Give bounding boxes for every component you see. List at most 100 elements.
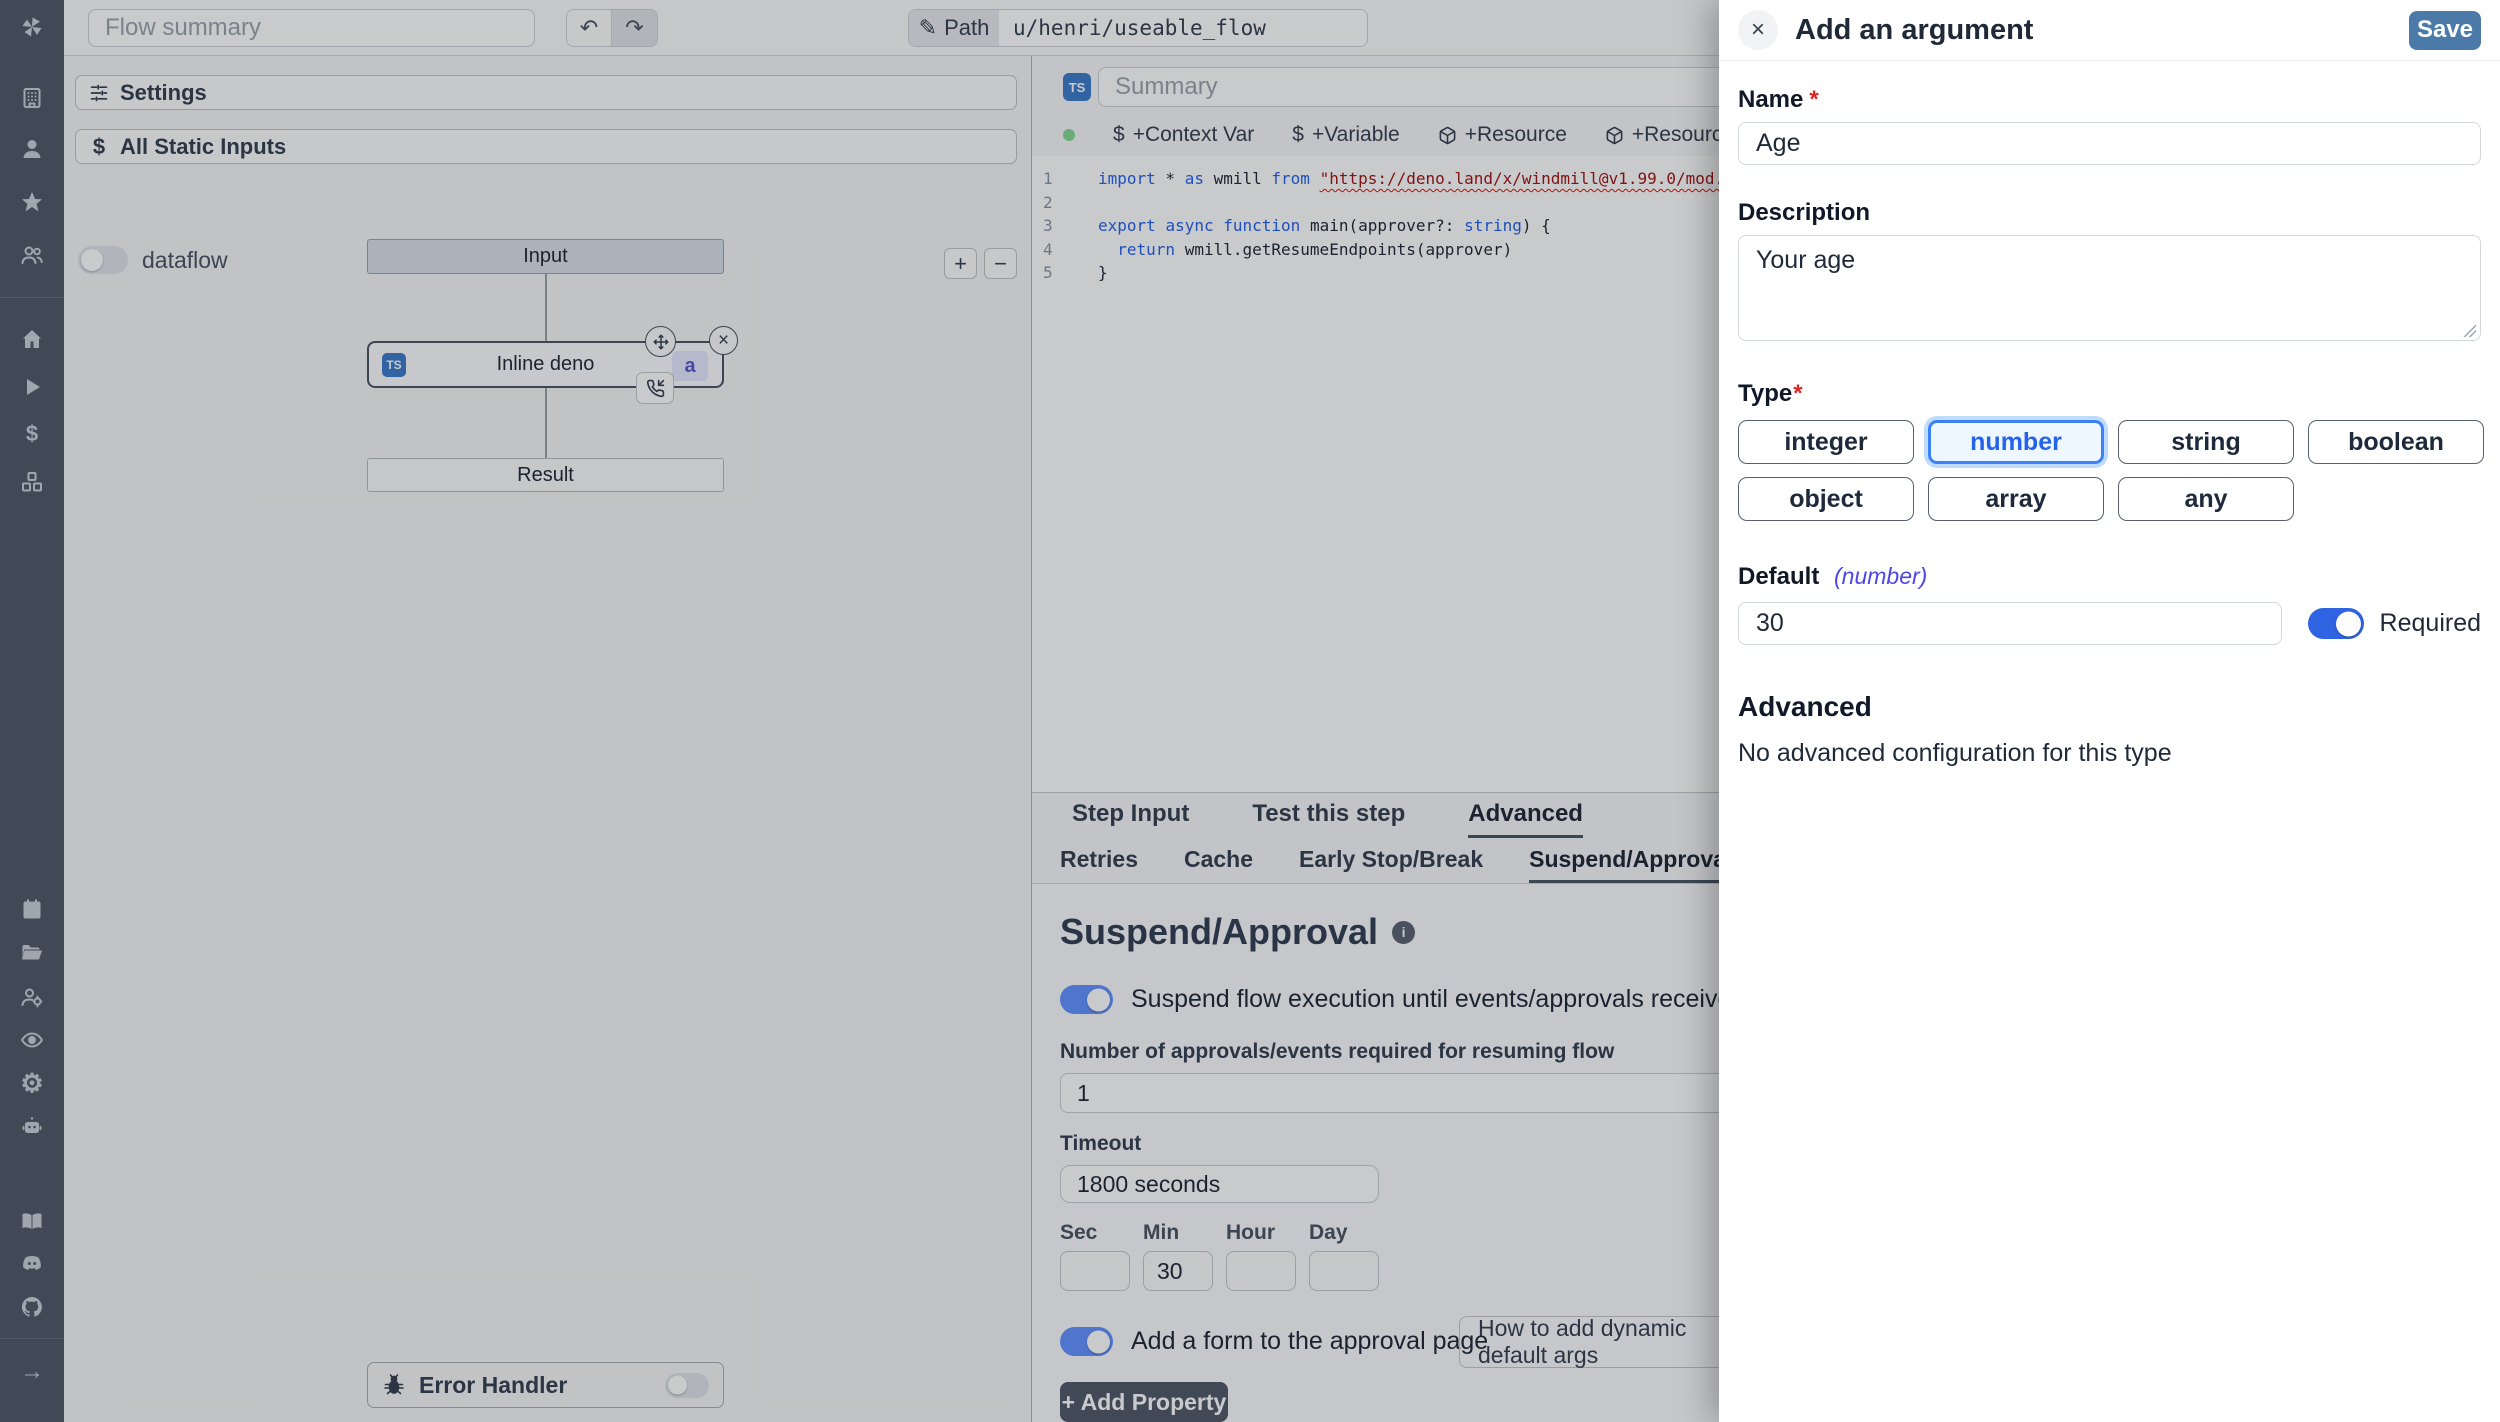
- hour-label: Hour: [1226, 1221, 1296, 1245]
- day-input[interactable]: [1309, 1251, 1379, 1291]
- type-option-array[interactable]: array: [1928, 477, 2104, 521]
- path-chip[interactable]: ✎ Path: [909, 10, 999, 46]
- groups-icon[interactable]: [20, 243, 44, 267]
- code-text: export async function main(approver?: st…: [1098, 214, 1551, 238]
- bug-icon: [382, 1373, 406, 1397]
- all-static-inputs-label: All Static Inputs: [120, 134, 286, 160]
- type-option-string[interactable]: string: [2118, 420, 2294, 464]
- sidebar-divider: [0, 297, 64, 298]
- folders-icon[interactable]: [20, 941, 44, 965]
- dataflow-label: dataflow: [142, 247, 228, 274]
- add-resource-button[interactable]: +Resource: [1438, 123, 1567, 147]
- sec-input[interactable]: [1060, 1251, 1130, 1291]
- flow-summary-input[interactable]: [88, 9, 535, 47]
- code-text: }: [1098, 261, 1108, 285]
- favorites-star-icon[interactable]: [20, 190, 44, 214]
- typescript-badge: TS: [382, 353, 406, 377]
- typescript-badge: TS: [1063, 73, 1091, 101]
- flow-node-inline-deno[interactable]: TS Inline deno a ×: [367, 341, 724, 388]
- name-input[interactable]: [1738, 122, 2481, 165]
- zoom-out-button[interactable]: −: [984, 248, 1017, 279]
- delete-node-icon[interactable]: ×: [709, 326, 738, 355]
- drawer-body: Name* Description Your age Type* integer…: [1719, 61, 2500, 768]
- flow-node-result[interactable]: Result: [367, 458, 724, 492]
- github-icon[interactable]: [20, 1295, 44, 1319]
- redo-button[interactable]: ↷: [612, 10, 657, 46]
- line-number: 3: [1043, 214, 1081, 238]
- drawer-header: × Add an argument Save: [1719, 0, 2500, 61]
- pencil-icon: ✎: [919, 15, 937, 41]
- schedules-calendar-icon[interactable]: [20, 897, 44, 921]
- description-textarea[interactable]: Your age: [1738, 235, 2481, 341]
- settings-gear-icon[interactable]: ⚙: [20, 1071, 44, 1095]
- tab-step-input[interactable]: Step Input: [1072, 793, 1189, 838]
- tab-advanced[interactable]: Advanced: [1468, 793, 1583, 838]
- timeout-unit-min: Min: [1143, 1221, 1213, 1291]
- workspace-icon[interactable]: [20, 86, 44, 110]
- subtab-cache[interactable]: Cache: [1184, 838, 1253, 883]
- variables-icon[interactable]: $: [20, 422, 44, 446]
- docs-book-icon[interactable]: [20, 1209, 44, 1233]
- subtab-early-stop[interactable]: Early Stop/Break: [1299, 838, 1483, 883]
- description-wrap: Your age: [1738, 235, 2481, 346]
- advanced-heading: Advanced: [1738, 691, 2481, 723]
- close-icon[interactable]: ×: [1738, 10, 1778, 50]
- subtab-retries[interactable]: Retries: [1060, 838, 1138, 883]
- subtab-suspend-approval[interactable]: Suspend/Approval: [1529, 838, 1732, 883]
- path-input[interactable]: [999, 10, 1367, 46]
- move-node-icon[interactable]: [645, 326, 676, 357]
- hour-input[interactable]: [1226, 1251, 1296, 1291]
- audit-eye-icon[interactable]: [20, 1028, 44, 1052]
- type-label: Type*: [1738, 380, 2481, 408]
- expand-arrow-icon[interactable]: →: [20, 1360, 44, 1384]
- default-value-input[interactable]: [1738, 602, 2282, 645]
- type-option-integer[interactable]: integer: [1738, 420, 1914, 464]
- timeout-input[interactable]: [1060, 1165, 1379, 1203]
- suspend-toggle-label: Suspend flow execution until events/appr…: [1131, 985, 1745, 1014]
- flow-settings-button[interactable]: Settings: [75, 75, 1017, 110]
- add-variable-label: +Variable: [1312, 123, 1400, 147]
- name-label-text: Name: [1738, 86, 1803, 113]
- add-context-var-button[interactable]: $ +Context Var: [1113, 123, 1254, 147]
- code-text: return wmill.getResumeEndpoints(approver…: [1098, 238, 1512, 262]
- workers-icon[interactable]: [20, 985, 44, 1009]
- dollar-icon: $: [1292, 123, 1304, 147]
- default-type-note: (number): [1834, 563, 1927, 589]
- all-static-inputs-button[interactable]: $ All Static Inputs: [75, 129, 1017, 164]
- runs-icon[interactable]: [20, 375, 44, 399]
- error-handler-toggle[interactable]: [665, 1373, 709, 1398]
- line-number: 2: [1043, 191, 1081, 215]
- required-asterisk: *: [1793, 380, 1802, 407]
- add-variable-button[interactable]: $ +Variable: [1292, 123, 1399, 147]
- windmill-logo-icon[interactable]: [18, 13, 46, 41]
- add-property-button[interactable]: + Add Property: [1060, 1382, 1228, 1422]
- error-handler-box[interactable]: Error Handler: [367, 1362, 724, 1408]
- tab-test-this-step[interactable]: Test this step: [1252, 793, 1405, 838]
- path-group: ✎ Path: [908, 9, 1368, 47]
- discord-icon[interactable]: [20, 1252, 44, 1276]
- type-option-boolean[interactable]: boolean: [2308, 420, 2484, 464]
- required-toggle[interactable]: [2308, 608, 2364, 639]
- ai-bot-icon[interactable]: [20, 1114, 44, 1138]
- min-input[interactable]: [1143, 1251, 1213, 1291]
- default-label: Default (number): [1738, 563, 2481, 591]
- type-option-number[interactable]: number: [1928, 420, 2104, 464]
- approval-form-toggle[interactable]: [1060, 1327, 1113, 1356]
- dataflow-toggle[interactable]: [78, 246, 128, 274]
- zoom-in-button[interactable]: +: [944, 248, 977, 279]
- info-icon[interactable]: i: [1392, 921, 1415, 944]
- home-icon[interactable]: [20, 327, 44, 351]
- required-asterisk: *: [1809, 86, 1818, 113]
- type-options-grid: integer number string boolean object array any: [1738, 420, 2481, 521]
- user-icon[interactable]: [20, 137, 44, 161]
- type-option-any[interactable]: any: [2118, 477, 2294, 521]
- error-handler-label: Error Handler: [419, 1372, 652, 1399]
- resources-icon[interactable]: [20, 470, 44, 494]
- cube-icon: [1605, 126, 1624, 145]
- type-option-object[interactable]: object: [1738, 477, 1914, 521]
- save-button[interactable]: Save: [2409, 11, 2481, 50]
- flow-node-input[interactable]: Input: [367, 239, 724, 274]
- resize-grip-icon[interactable]: [2463, 324, 2476, 337]
- suspend-toggle[interactable]: [1060, 985, 1113, 1014]
- undo-button[interactable]: ↶: [567, 10, 612, 46]
